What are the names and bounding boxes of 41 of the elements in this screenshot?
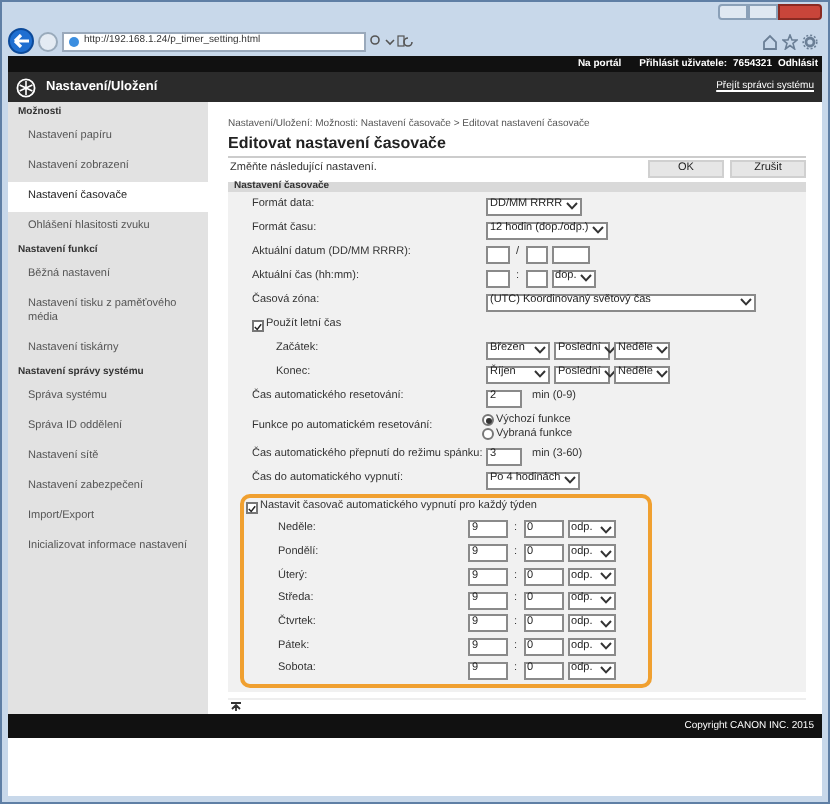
chevron-down-icon <box>599 549 612 558</box>
page-title: Editovat nastavení časovače <box>228 136 806 158</box>
close-button[interactable] <box>778 4 822 20</box>
input-field[interactable] <box>486 269 510 288</box>
input-field[interactable] <box>486 245 510 264</box>
input-field[interactable] <box>525 269 548 288</box>
home-icon <box>762 33 778 49</box>
input-field[interactable] <box>551 245 590 264</box>
back-button[interactable] <box>8 28 34 54</box>
chevron-down-icon <box>656 346 669 355</box>
chevron-down-icon <box>534 346 546 355</box>
maximize-button[interactable] <box>748 4 778 20</box>
minimize-button[interactable] <box>718 4 748 20</box>
chevron-down-icon <box>599 525 612 534</box>
radio-button[interactable] <box>482 428 494 441</box>
checkbox[interactable] <box>252 320 264 333</box>
chevron-down-icon <box>656 370 669 379</box>
chevron-down-icon <box>592 226 605 235</box>
chevron-down-icon <box>599 619 612 628</box>
check-icon <box>248 503 256 514</box>
arrow-left-icon <box>13 34 29 48</box>
chevron-down-icon <box>599 572 612 581</box>
logo-icon <box>16 77 36 97</box>
chevron-down-icon <box>599 596 612 605</box>
input-field[interactable] <box>525 245 548 264</box>
check-icon <box>254 321 262 332</box>
chevron-down-icon <box>580 274 593 283</box>
checkbox[interactable] <box>246 502 258 515</box>
chevron-down-icon <box>564 476 577 485</box>
radio-button[interactable] <box>482 414 494 427</box>
star-icon <box>782 33 798 49</box>
gear-icon <box>802 33 818 49</box>
chevron-down-icon <box>599 666 612 675</box>
chevron-down-icon <box>599 642 612 651</box>
chevron-down-icon <box>566 202 579 211</box>
back-to-top-icon <box>230 701 242 712</box>
chevron-down-icon <box>604 370 617 379</box>
forward-button[interactable] <box>38 31 58 51</box>
chevron-down-icon <box>534 370 546 379</box>
chevron-down-icon <box>604 346 617 355</box>
chevron-down-icon <box>740 298 752 307</box>
